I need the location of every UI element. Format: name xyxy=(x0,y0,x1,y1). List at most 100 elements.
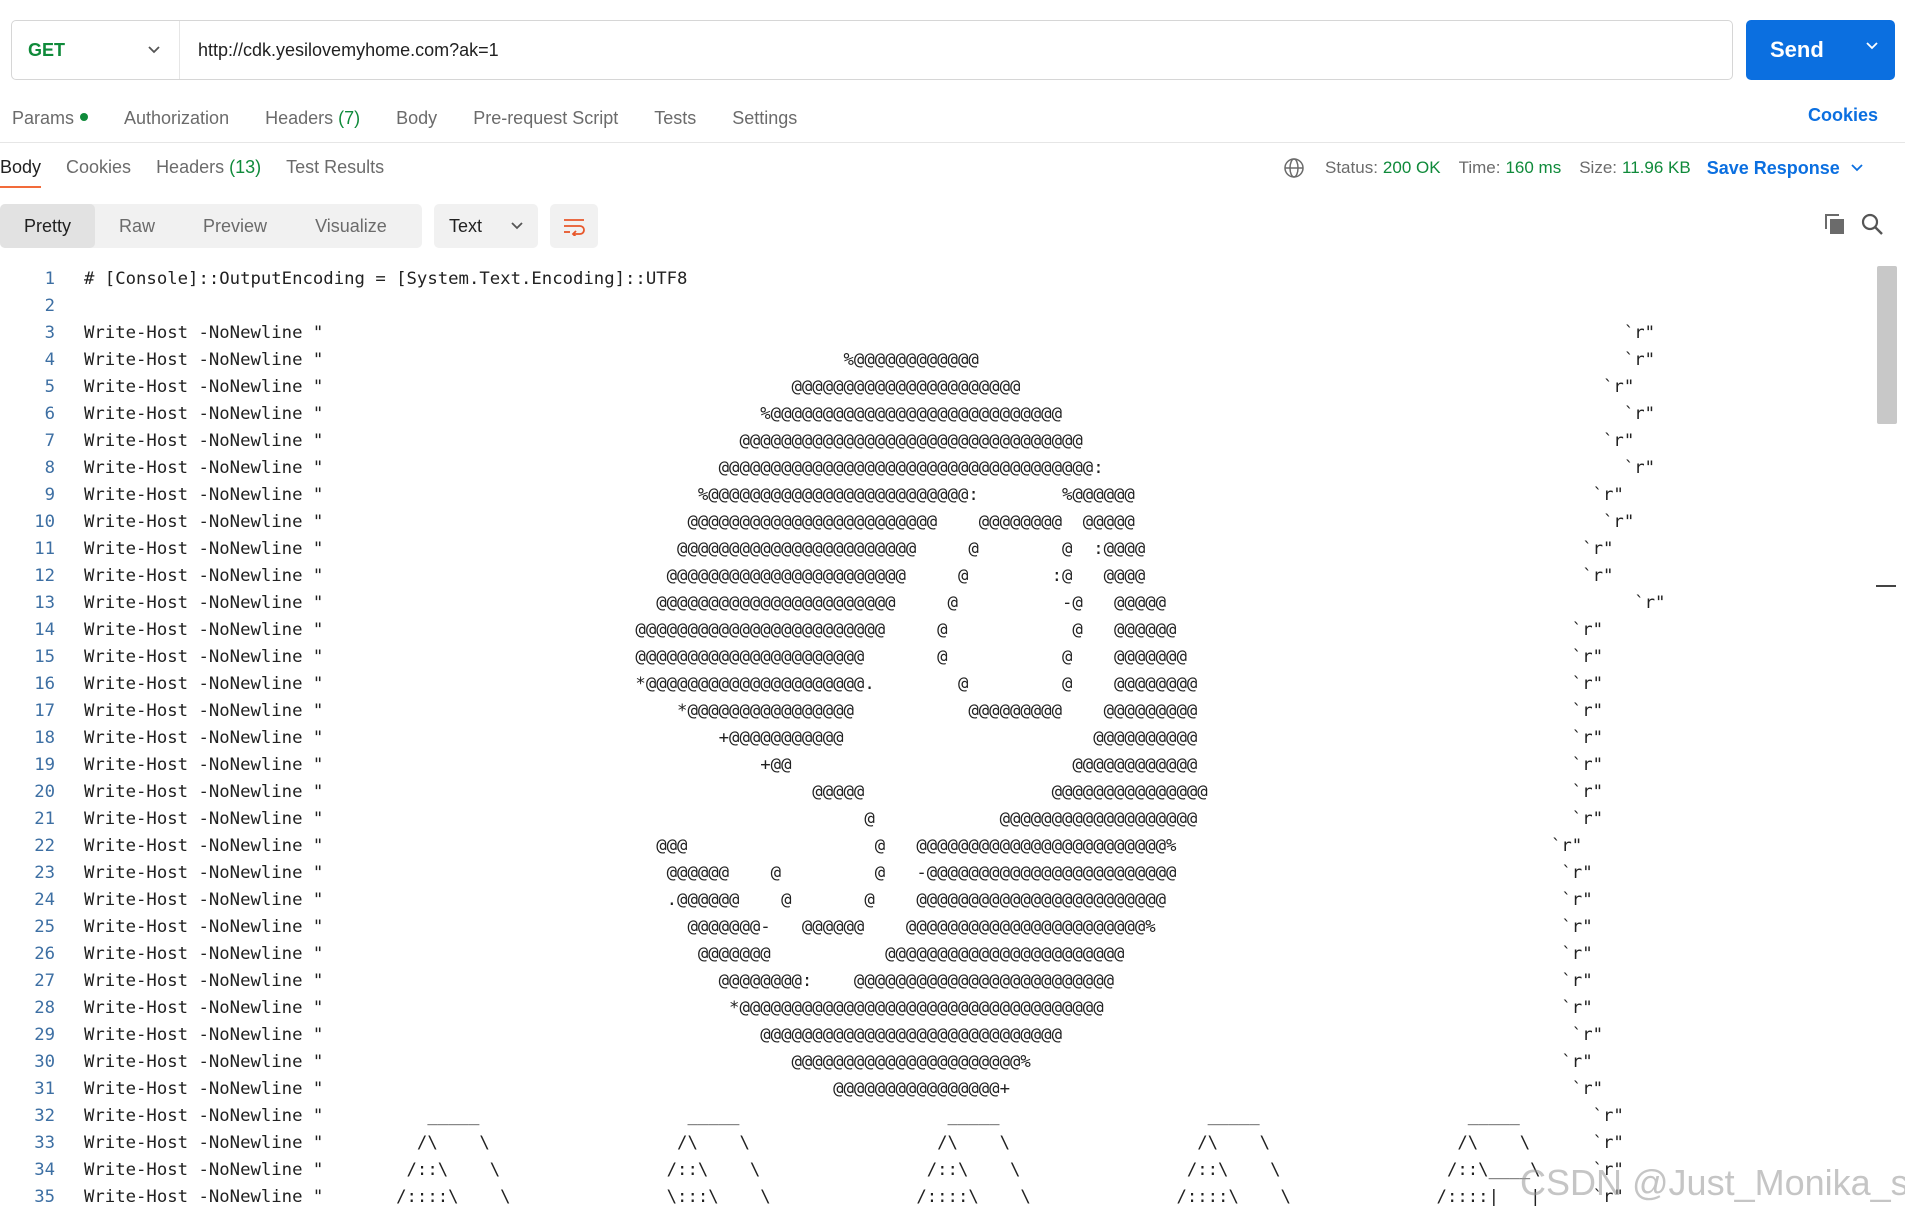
format-select[interactable]: Text xyxy=(434,204,538,248)
code-line: 20 Write-Host -NoNewline " @@@@@ @@@@@@@@… xyxy=(0,779,1870,806)
line-text: Write-Host -NoNewline " @@@@@@@@@@@@@@@@… xyxy=(84,431,1635,451)
response-tab-headers[interactable]: Headers (13) xyxy=(156,154,261,188)
tab-pre-request-script[interactable]: Pre-request Script xyxy=(473,108,618,129)
line-text: # [Console]::OutputEncoding = [System.Te… xyxy=(84,269,688,289)
status-label: Status: xyxy=(1325,158,1378,177)
code-line: 24 Write-Host -NoNewline " .@@@@@@ @ @ @@… xyxy=(0,887,1870,914)
line-number: 32 xyxy=(34,1106,55,1126)
response-tab-cookies[interactable]: Cookies xyxy=(66,154,131,188)
request-bar: GET xyxy=(11,20,1733,80)
view-mode-group: Pretty Raw Preview Visualize xyxy=(0,204,422,248)
line-number: 16 xyxy=(34,674,55,694)
line-text: Write-Host -NoNewline " @@@@@@@@@@@@@@@@… xyxy=(84,377,1635,397)
response-headers-count: (13) xyxy=(229,157,262,177)
code-line: 26 Write-Host -NoNewline " @@@@@@@ @@@@@@… xyxy=(0,941,1870,968)
chevron-down-icon[interactable] xyxy=(1865,41,1879,51)
code-line: 30 Write-Host -NoNewline " @@@@@@@@@@@@@@… xyxy=(0,1049,1870,1076)
tab-params[interactable]: Params xyxy=(12,108,89,129)
tab-body[interactable]: Body xyxy=(396,108,437,129)
line-text: Write-Host -NoNewline " @@@@@@@@@@@@@@@@… xyxy=(84,647,1604,667)
line-number: 28 xyxy=(34,998,55,1018)
request-tabs: Params Authorization Headers (7) Body Pr… xyxy=(12,104,833,132)
send-button[interactable]: Send xyxy=(1746,20,1895,80)
line-text: Write-Host -NoNewline " @@@@@@@@@@@@@@@@… xyxy=(84,1079,1604,1099)
line-text: Write-Host -NoNewline " _____ _____ ____… xyxy=(84,1106,1624,1126)
line-number: 8 xyxy=(44,458,55,478)
globe-icon[interactable] xyxy=(1283,157,1305,179)
code-line: 33 Write-Host -NoNewline " /\ \ /\ \ /\ \… xyxy=(0,1130,1870,1157)
save-response-button[interactable]: Save Response xyxy=(1707,158,1864,179)
code-line: 13 Write-Host -NoNewline " @@@@@@@@@@@@@@… xyxy=(0,590,1870,617)
line-text: Write-Host -NoNewline " @@@@@@@@@@@@@@@@… xyxy=(84,1052,1593,1072)
wrap-lines-button[interactable] xyxy=(550,204,598,248)
tab-settings[interactable]: Settings xyxy=(732,108,797,129)
response-tab-test-results[interactable]: Test Results xyxy=(286,154,384,188)
code-line: 21 Write-Host -NoNewline " @ @@@@@@@@@@@@… xyxy=(0,806,1870,833)
line-text: Write-Host -NoNewline " %@@@@@@@@@@@@ `r… xyxy=(84,350,1656,370)
response-body-code: 1 # [Console]::OutputEncoding = [System.T… xyxy=(0,266,1870,1218)
tab-headers[interactable]: Headers (7) xyxy=(265,108,360,129)
tab-tests[interactable]: Tests xyxy=(654,108,696,129)
line-text: Write-Host -NoNewline " /\ \ /\ \ /\ \ /… xyxy=(84,1133,1624,1153)
code-line: 29 Write-Host -NoNewline " @@@@@@@@@@@@@@… xyxy=(0,1022,1870,1049)
size-value: 11.96 KB xyxy=(1622,158,1691,177)
url-input[interactable] xyxy=(180,21,1732,79)
line-number: 17 xyxy=(34,701,55,721)
code-line: 27 Write-Host -NoNewline " @@@@@@@@: @@@@… xyxy=(0,968,1870,995)
code-line: 32 Write-Host -NoNewline " _____ _____ __… xyxy=(0,1103,1870,1130)
save-response-label: Save Response xyxy=(1706,157,1840,178)
view-pretty[interactable]: Pretty xyxy=(0,204,96,248)
line-number: 7 xyxy=(44,431,55,451)
tab-authorization[interactable]: Authorization xyxy=(124,108,229,129)
code-line: 18 Write-Host -NoNewline " +@@@@@@@@@@@ @… xyxy=(0,725,1870,752)
scrollbar-thumb[interactable] xyxy=(1877,266,1897,424)
line-number: 29 xyxy=(34,1025,55,1045)
search-icon[interactable] xyxy=(1860,212,1884,236)
line-text: Write-Host -NoNewline " *@@@@@@@@@@@@@@@… xyxy=(84,701,1604,721)
line-text: Write-Host -NoNewline " @@@@@ @@@@@@@@@@… xyxy=(84,782,1604,802)
line-number: 2 xyxy=(44,296,55,316)
line-number: 30 xyxy=(34,1052,55,1072)
line-number: 35 xyxy=(34,1187,55,1207)
line-number: 27 xyxy=(34,971,55,991)
line-number: 23 xyxy=(34,863,55,883)
time-label: Time: xyxy=(1458,158,1501,177)
line-number: 24 xyxy=(34,890,55,910)
line-number: 25 xyxy=(34,917,55,937)
line-text: Write-Host -NoNewline " @@@@@@@@@@@@@@@@… xyxy=(84,620,1604,640)
view-visualize[interactable]: Visualize xyxy=(291,204,411,248)
line-text: Write-Host -NoNewline " /::::\ \ \:::\ \… xyxy=(84,1187,1624,1207)
code-line: 11 Write-Host -NoNewline " @@@@@@@@@@@@@@… xyxy=(0,536,1870,563)
watermark: CSDN @Just_Monika_s xyxy=(1520,1162,1905,1203)
code-line: 28 Write-Host -NoNewline " *@@@@@@@@@@@@@… xyxy=(0,995,1870,1022)
line-number: 12 xyxy=(34,566,55,586)
chevron-down-icon xyxy=(1851,164,1863,172)
code-line: 8 Write-Host -NoNewline " @@@@@@@@@@@@@@@… xyxy=(0,455,1870,482)
line-text: Write-Host -NoNewline " @@@@@@@@: @@@@@@… xyxy=(84,971,1593,991)
line-text: Write-Host -NoNewline " @@@@@@@@@@@@@@@@… xyxy=(84,566,1614,586)
line-text: Write-Host -NoNewline " *@@@@@@@@@@@@@@@… xyxy=(84,674,1604,694)
line-number: 21 xyxy=(34,809,55,829)
line-number: 14 xyxy=(34,620,55,640)
line-number: 13 xyxy=(34,593,55,613)
response-tab-headers-label: Headers xyxy=(156,157,225,177)
line-text: Write-Host -NoNewline " @@@@@@@@@@@@@@@@… xyxy=(84,512,1635,532)
view-preview[interactable]: Preview xyxy=(179,204,291,248)
line-number: 33 xyxy=(34,1133,55,1153)
method-select[interactable]: GET xyxy=(12,21,180,79)
response-status: Status: 200 OK Time: 160 ms Size: 11.96 … xyxy=(1283,155,1864,181)
code-line: 14 Write-Host -NoNewline " @@@@@@@@@@@@@@… xyxy=(0,617,1870,644)
cookies-link[interactable]: Cookies xyxy=(1808,105,1878,126)
code-line: 22 Write-Host -NoNewline " @@@ @ @@@@@@@@… xyxy=(0,833,1870,860)
method-label: GET xyxy=(28,39,66,60)
copy-icon[interactable] xyxy=(1823,212,1847,236)
status-value: 200 OK xyxy=(1382,158,1441,177)
code-line: 4 Write-Host -NoNewline " %@@@@@@@@@@@@ `… xyxy=(0,347,1870,374)
line-text: Write-Host -NoNewline " %@@@@@@@@@@@@@@@… xyxy=(84,404,1656,424)
response-tab-body[interactable]: Body xyxy=(0,154,42,188)
line-text: Write-Host -NoNewline " .@@@@@@ @ @ @@@@… xyxy=(84,890,1593,910)
view-raw[interactable]: Raw xyxy=(95,204,179,248)
line-text: Write-Host -NoNewline " `r" xyxy=(84,323,1656,343)
line-number: 1 xyxy=(44,269,55,289)
line-text: Write-Host -NoNewline " @@@@@@ @ @ -@@@@… xyxy=(84,863,1593,883)
